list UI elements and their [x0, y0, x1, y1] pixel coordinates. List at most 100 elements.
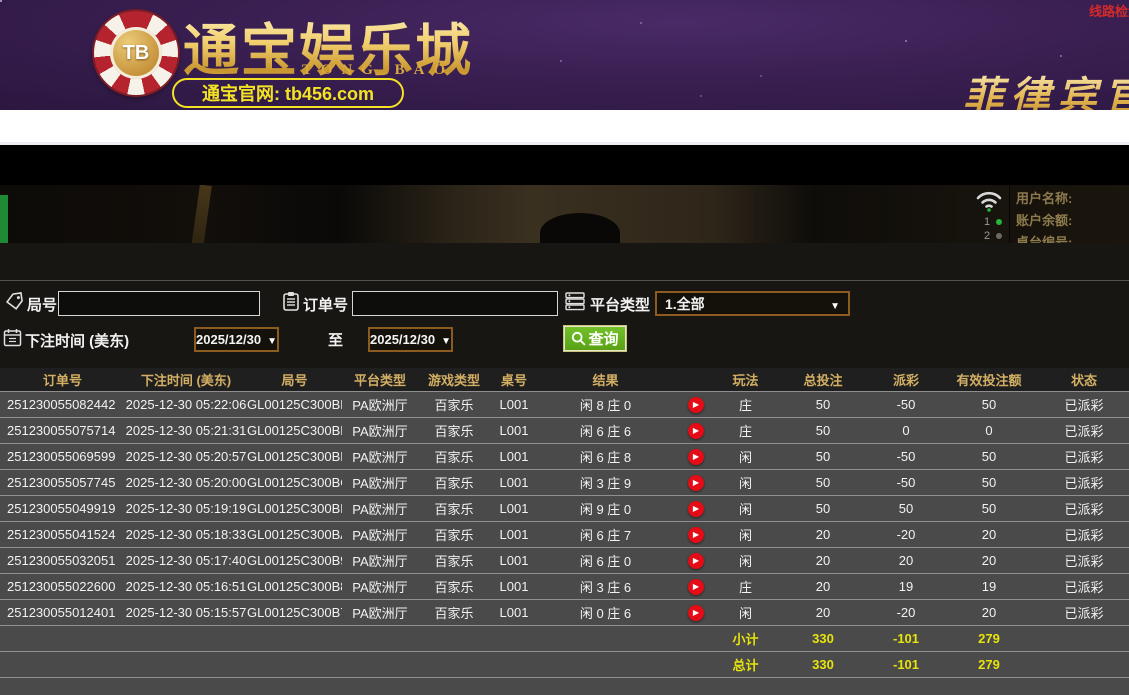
cell-valid-bet: 0: [939, 417, 1039, 443]
col-total-bet: 总投注: [773, 368, 873, 391]
cell-game-type: 百家乐: [418, 547, 490, 573]
cell-game-type: 百家乐: [418, 573, 490, 599]
form-top-divider: [0, 280, 1129, 281]
replay-play-icon[interactable]: ▶: [688, 501, 704, 517]
col-play: 玩法: [718, 368, 773, 391]
cell-game-type: 百家乐: [418, 599, 490, 625]
cell-replay: ▶: [673, 521, 718, 547]
video-green-marker: [0, 195, 8, 243]
cell-payout: -50: [873, 469, 939, 495]
cell-total-bet: 20: [773, 547, 873, 573]
cell-order-id: 251230055022600: [0, 573, 125, 599]
platform-type-label: 平台类型: [590, 294, 650, 315]
nav-black-bar: [0, 145, 1129, 185]
cell-table-no: L001: [490, 443, 538, 469]
replay-play-icon[interactable]: ▶: [688, 605, 704, 621]
cell-play: 庄: [718, 573, 773, 599]
cell-game-type: 百家乐: [418, 469, 490, 495]
replay-play-icon[interactable]: ▶: [688, 397, 704, 413]
cell-status: 已派彩: [1039, 443, 1129, 469]
cell-valid-bet: 50: [939, 391, 1039, 417]
line-check-link[interactable]: 线路检测: [1089, 1, 1129, 20]
cell-payout: -50: [873, 391, 939, 417]
cell-table-no: L001: [490, 469, 538, 495]
live-video-strip: 1 2 用户名称: 账户余额: 桌台编号:: [0, 185, 1129, 243]
cell-round-id: GL00125C300BE: [247, 417, 342, 443]
col-platform: 平台类型: [342, 368, 418, 391]
cell-platform: PA欧洲厅: [342, 573, 418, 599]
order-no-input[interactable]: [352, 291, 558, 316]
philippines-official-text: 菲律宾官方: [963, 64, 1129, 110]
dropdown-arrow-icon: [824, 296, 840, 312]
replay-play-icon[interactable]: ▶: [688, 423, 704, 439]
bet-records-table: 订单号 下注时间 (美东) 局号 平台类型 游戏类型 桌号 结果 玩法 总投注 …: [0, 368, 1129, 695]
bet-record-row: 251230055012401 2025-12-30 05:15:57 GL00…: [0, 599, 1129, 625]
total-total-bet: 330: [773, 651, 873, 677]
cell-order-id: 251230055082442: [0, 391, 125, 417]
cell-order-id: 251230055075714: [0, 417, 125, 443]
platform-type-value: 1.全部: [665, 294, 705, 314]
replay-play-icon[interactable]: ▶: [688, 553, 704, 569]
balance-label: 账户余额:: [1016, 210, 1072, 229]
search-button[interactable]: 查询: [563, 325, 627, 352]
cell-replay: ▶: [673, 547, 718, 573]
cell-result: 闲 6 庄 6: [538, 417, 673, 443]
cell-valid-bet: 50: [939, 495, 1039, 521]
white-strip: [0, 110, 1129, 145]
to-label: 至: [328, 329, 343, 350]
col-round-id: 局号: [247, 368, 342, 391]
cell-replay: ▶: [673, 599, 718, 625]
cell-status: 已派彩: [1039, 391, 1129, 417]
date-to-select[interactable]: 2025/12/30: [368, 327, 453, 352]
cell-table-no: L001: [490, 391, 538, 417]
col-status: 状态: [1039, 368, 1129, 391]
logo-monogram: TB: [110, 27, 162, 79]
round-no-input[interactable]: [58, 291, 260, 316]
date-from-value: 2025/12/30: [196, 332, 261, 347]
bet-record-row: 251230055049919 2025-12-30 05:19:19 GL00…: [0, 495, 1129, 521]
cell-round-id: GL00125C300BA: [247, 521, 342, 547]
cell-play: 庄: [718, 391, 773, 417]
cell-round-id: GL00125C300BC: [247, 469, 342, 495]
cell-table-no: L001: [490, 573, 538, 599]
cell-total-bet: 50: [773, 469, 873, 495]
replay-play-icon[interactable]: ▶: [688, 527, 704, 543]
line-option-2[interactable]: 2: [984, 229, 1002, 243]
cell-bet-time: 2025-12-30 05:20:00: [125, 469, 247, 495]
replay-play-icon[interactable]: ▶: [688, 579, 704, 595]
dropdown-arrow-icon: [261, 332, 277, 347]
bet-record-row: 251230055057745 2025-12-30 05:20:00 GL00…: [0, 469, 1129, 495]
cell-bet-time: 2025-12-30 05:17:40: [125, 547, 247, 573]
replay-play-icon[interactable]: ▶: [688, 449, 704, 465]
cell-replay: ▶: [673, 469, 718, 495]
cell-total-bet: 50: [773, 495, 873, 521]
cell-table-no: L001: [490, 547, 538, 573]
cell-play: 闲: [718, 521, 773, 547]
cell-platform: PA欧洲厅: [342, 417, 418, 443]
cell-platform: PA欧洲厅: [342, 443, 418, 469]
cell-payout: -20: [873, 599, 939, 625]
cell-play: 闲: [718, 443, 773, 469]
replay-play-icon[interactable]: ▶: [688, 475, 704, 491]
line-2-status-dot: [996, 233, 1002, 239]
bet-table-body: 251230055082442 2025-12-30 05:22:06 GL00…: [0, 391, 1129, 625]
cell-payout: 19: [873, 573, 939, 599]
cell-play: 庄: [718, 417, 773, 443]
line-option-1[interactable]: 1: [984, 215, 1002, 229]
cell-bet-time: 2025-12-30 05:21:31: [125, 417, 247, 443]
date-from-select[interactable]: 2025/12/30: [194, 327, 279, 352]
username-label: 用户名称:: [1016, 188, 1072, 207]
platform-type-select[interactable]: 1.全部: [655, 291, 850, 316]
cell-game-type: 百家乐: [418, 521, 490, 547]
cell-status: 已派彩: [1039, 417, 1129, 443]
official-site-pill: 通宝官网: tb456.com: [172, 78, 404, 108]
cell-replay: ▶: [673, 417, 718, 443]
cell-payout: 0: [873, 417, 939, 443]
video-info-panel: 1 2 用户名称: 账户余额: 桌台编号:: [1009, 185, 1129, 243]
total-valid-bet: 279: [939, 651, 1039, 677]
col-payout: 派彩: [873, 368, 939, 391]
date-to-value: 2025/12/30: [370, 332, 435, 347]
cell-result: 闲 0 庄 6: [538, 599, 673, 625]
cell-order-id: 251230055049919: [0, 495, 125, 521]
cell-platform: PA欧洲厅: [342, 391, 418, 417]
